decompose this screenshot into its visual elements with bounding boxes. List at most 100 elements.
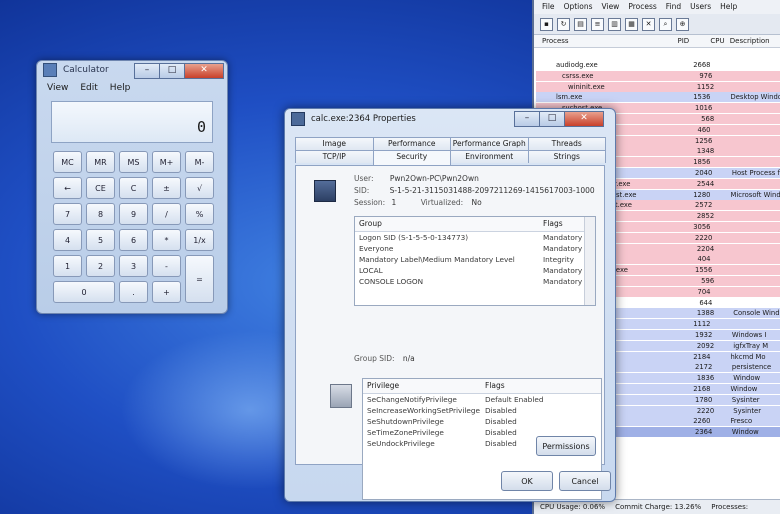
tab-tcpip[interactable]: TCP/IP	[295, 150, 374, 163]
key-0[interactable]: 0	[53, 281, 115, 303]
find-icon[interactable]: ⌕	[659, 17, 672, 31]
key-4[interactable]: 4	[53, 229, 82, 251]
col-process[interactable]: Process	[534, 35, 677, 47]
key-percent[interactable]: %	[185, 203, 214, 225]
privilege-row[interactable]: SeShutdownPrivilege Disabled	[363, 416, 601, 427]
tab-image[interactable]: Image	[295, 137, 374, 150]
cancel-button[interactable]: Cancel	[559, 471, 611, 491]
process-description	[730, 60, 780, 70]
key-2[interactable]: 2	[86, 255, 115, 277]
process-pid: 704	[697, 287, 711, 296]
group-list[interactable]: Group Flags Logon SID (S-1-5-5-0-134773)…	[354, 216, 596, 306]
process-row[interactable]: wininit.exe 1152	[536, 81, 780, 92]
process-row[interactable]: audiodg.exe 2668	[536, 60, 780, 70]
key-mr[interactable]: MR	[86, 151, 115, 173]
menu-users[interactable]: Users	[690, 0, 711, 14]
key-subtract[interactable]: -	[152, 255, 181, 277]
menu-view[interactable]: View	[47, 83, 68, 93]
show-dlls-icon[interactable]: ▥	[608, 17, 621, 31]
calculator-window[interactable]: Calculator – □ ✕ View Edit Help 0 MC MR …	[36, 60, 228, 314]
tab-environment[interactable]: Environment	[450, 150, 529, 163]
maximize-button[interactable]: □	[539, 111, 565, 127]
kill-process-icon[interactable]: ✕	[642, 17, 655, 31]
properties-icon[interactable]: ▦	[625, 17, 638, 31]
key-ce[interactable]: CE	[86, 177, 115, 199]
process-pid: 2572	[695, 201, 713, 210]
calculator-titlebar[interactable]: Calculator – □ ✕	[37, 61, 227, 79]
tree-view-icon[interactable]: ≡	[591, 17, 604, 31]
col-pid[interactable]: PID	[677, 35, 710, 47]
tab-security[interactable]: Security	[372, 150, 451, 165]
group-row[interactable]: Everyone Mandatory	[355, 243, 595, 254]
menu-process[interactable]: Process	[628, 0, 656, 14]
tab-performance-graph[interactable]: Performance Graph	[450, 137, 529, 150]
menu-view[interactable]: View	[602, 0, 620, 14]
menu-find[interactable]: Find	[666, 0, 681, 14]
key-backspace[interactable]: ←	[53, 177, 82, 199]
save-icon[interactable]: ▪	[540, 17, 553, 31]
key-equals[interactable]: =	[185, 255, 214, 303]
col-description[interactable]: Description	[730, 35, 780, 47]
group-column-header[interactable]: Group	[359, 217, 543, 231]
tab-strings[interactable]: Strings	[527, 150, 606, 163]
process-cpu	[718, 82, 733, 92]
group-row[interactable]: CONSOLE LOGON Mandatory	[355, 276, 595, 287]
key-9[interactable]: 9	[119, 203, 148, 225]
dialog-titlebar[interactable]: calc.exe:2364 Properties – □ ✕	[285, 109, 615, 129]
menu-help[interactable]: Help	[110, 83, 131, 93]
privilege-flags-header[interactable]: Flags	[485, 379, 595, 393]
key-mminus[interactable]: M-	[185, 151, 214, 173]
key-ms[interactable]: MS	[119, 151, 148, 173]
key-decimal[interactable]: .	[119, 281, 148, 303]
properties-dialog[interactable]: calc.exe:2364 Properties – □ ✕ Image Per…	[284, 108, 616, 502]
process-row[interactable]: lsm.exe 1536 Desktop Window M	[536, 92, 780, 103]
tab-threads[interactable]: Threads	[527, 137, 606, 150]
menu-options[interactable]: Options	[564, 0, 593, 14]
process-row[interactable]: csrss.exe 976	[536, 70, 780, 81]
group-list-scrollbar[interactable]	[584, 217, 595, 305]
key-8[interactable]: 8	[86, 203, 115, 225]
group-row[interactable]: LOCAL Mandatory	[355, 265, 595, 276]
key-c[interactable]: C	[119, 177, 148, 199]
privilege-row[interactable]: SeChangeNotifyPrivilege Default Enabled	[363, 394, 601, 405]
group-row[interactable]: Mandatory Label\Medium Mandatory Level I…	[355, 254, 595, 265]
key-divide[interactable]: /	[152, 203, 181, 225]
key-sqrt[interactable]: √	[185, 177, 214, 199]
key-reciprocal[interactable]: 1/x	[185, 229, 214, 251]
process-description	[732, 200, 780, 210]
menu-file[interactable]: File	[542, 0, 555, 14]
minimize-button[interactable]: –	[514, 111, 540, 127]
process-cpu	[718, 146, 733, 156]
key-multiply[interactable]: *	[152, 229, 181, 251]
close-button[interactable]: ✕	[564, 111, 604, 127]
process-cpu	[715, 254, 731, 264]
key-mc[interactable]: MC	[53, 151, 82, 173]
process-pid: 568	[701, 115, 715, 123]
close-button[interactable]: ✕	[184, 63, 224, 79]
ok-button[interactable]: OK	[501, 471, 553, 491]
minimize-button[interactable]: –	[134, 63, 160, 79]
process-description	[733, 276, 780, 286]
key-plusminus[interactable]: ±	[152, 177, 181, 199]
key-3[interactable]: 3	[119, 255, 148, 277]
menu-edit[interactable]: Edit	[80, 83, 97, 93]
maximize-button[interactable]: □	[159, 63, 185, 79]
key-1[interactable]: 1	[53, 255, 82, 277]
permissions-button[interactable]: Permissions	[536, 436, 596, 456]
key-6[interactable]: 6	[119, 229, 148, 251]
privilege-column-header[interactable]: Privilege	[367, 379, 485, 393]
menu-help[interactable]: Help	[720, 0, 737, 14]
privilege-row[interactable]: SeIncreaseWorkingSetPrivilege Disabled	[363, 405, 601, 416]
key-add[interactable]: +	[152, 281, 181, 303]
key-5[interactable]: 5	[86, 229, 115, 251]
target-icon[interactable]: ⊕	[676, 17, 689, 31]
system-info-icon[interactable]: ▤	[574, 17, 587, 31]
col-cpu[interactable]: CPU	[710, 35, 729, 47]
key-mplus[interactable]: M+	[152, 151, 181, 173]
refresh-icon[interactable]: ↻	[557, 17, 570, 31]
user-label: User:	[354, 174, 374, 183]
tab-performance[interactable]: Performance	[372, 137, 451, 150]
key-7[interactable]: 7	[53, 203, 82, 225]
session-label: Session:	[354, 198, 386, 207]
group-row[interactable]: Logon SID (S-1-5-5-0-134773) Mandatory	[355, 232, 595, 243]
